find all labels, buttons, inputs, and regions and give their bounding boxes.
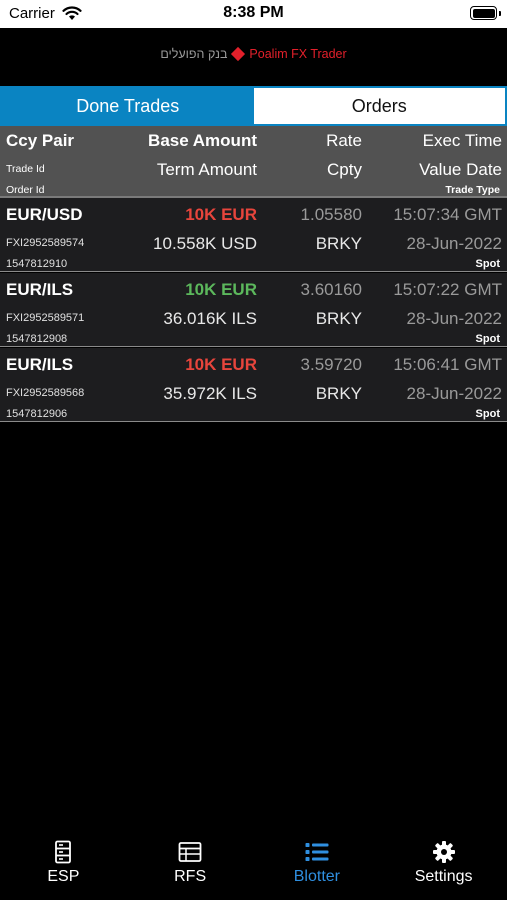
- base-amount: 10K EUR: [185, 205, 257, 224]
- list-icon: [305, 843, 329, 861]
- trade-type: Spot: [475, 333, 500, 345]
- table-icon: [178, 842, 202, 862]
- base-amount: 10K EUR: [185, 280, 257, 299]
- tabbar-item-blotter[interactable]: Blotter: [254, 830, 381, 900]
- trade-id: FXI2952589568: [6, 387, 85, 399]
- ccy-pair: EUR/ILS: [6, 355, 74, 374]
- trade-id: FXI2952589574: [6, 237, 85, 249]
- gear-icon: [432, 841, 455, 863]
- header-order-id[interactable]: Order Id: [6, 184, 45, 196]
- clock: 8:38 PM: [223, 4, 284, 21]
- tabbar-item-rfs[interactable]: RFS: [127, 830, 254, 900]
- header-exec-time[interactable]: Exec Time: [423, 131, 502, 151]
- term-amount: 10.558K USD: [153, 234, 257, 253]
- ccy-pair: EUR/ILS: [6, 280, 74, 299]
- order-id: 1547812908: [6, 333, 68, 345]
- trade-row[interactable]: EUR/ILS 10K EUR 3.60160 15:07:22 GMT FXI…: [0, 273, 507, 347]
- tab-orders[interactable]: Orders: [253, 88, 505, 124]
- brand-header: בנק הפועלים Poalim FX Trader: [0, 28, 507, 86]
- header-trade-type[interactable]: Trade Type: [445, 184, 500, 196]
- trade-id: FXI2952589571: [6, 312, 85, 324]
- header-value-date[interactable]: Value Date: [419, 160, 502, 180]
- brand-app-name: Poalim FX Trader: [249, 47, 347, 61]
- trade-row[interactable]: EUR/ILS 10K EUR 3.59720 15:06:41 GMT FXI…: [0, 348, 507, 422]
- trade-type: Spot: [475, 258, 500, 270]
- counterparty: BRKY: [315, 384, 362, 403]
- blotter-segmented-control: Done Trades Orders: [0, 86, 507, 126]
- tabbar-item-settings[interactable]: Settings: [380, 830, 507, 900]
- tabbar-label-rfs: RFS: [174, 868, 207, 885]
- header-base-amount[interactable]: Base Amount: [148, 131, 257, 151]
- rate: 3.60160: [300, 280, 362, 299]
- ccy-pair: EUR/USD: [6, 205, 83, 224]
- server-icon: [55, 840, 72, 864]
- trade-type: Spot: [475, 408, 500, 420]
- rate: 3.59720: [300, 355, 362, 374]
- exec-time: 15:07:34 GMT: [393, 205, 502, 224]
- tabbar-label-esp: ESP: [47, 868, 80, 885]
- battery-tip: [499, 11, 501, 16]
- base-amount: 10K EUR: [185, 355, 257, 374]
- trade-row[interactable]: EUR/USD 10K EUR 1.05580 15:07:34 GMT FXI…: [0, 198, 507, 272]
- header-rate[interactable]: Rate: [326, 131, 362, 151]
- value-date: 28-Jun-2022: [406, 234, 502, 253]
- header-ccy-pair[interactable]: Ccy Pair: [6, 131, 74, 151]
- order-id: 1547812906: [6, 408, 68, 420]
- header-cpty[interactable]: Cpty: [327, 160, 362, 180]
- battery-icon: [470, 6, 497, 20]
- counterparty: BRKY: [315, 309, 362, 328]
- header-term-amount[interactable]: Term Amount: [157, 160, 257, 180]
- brand-logo-icon: [231, 46, 246, 62]
- exec-time: 15:07:22 GMT: [393, 280, 502, 299]
- value-date: 28-Jun-2022: [406, 309, 502, 328]
- term-amount: 35.972K ILS: [163, 384, 257, 403]
- counterparty: BRKY: [315, 234, 362, 253]
- term-amount: 36.016K ILS: [163, 309, 257, 328]
- bottom-tab-bar: ESP RFS Blotter Settings: [0, 830, 507, 900]
- value-date: 28-Jun-2022: [406, 384, 502, 403]
- tab-done-trades[interactable]: Done Trades: [2, 88, 254, 124]
- tabbar-label-blotter: Blotter: [293, 868, 340, 885]
- header-trade-id[interactable]: Trade Id: [6, 163, 45, 175]
- tabbar-item-esp[interactable]: ESP: [0, 830, 127, 900]
- exec-time: 15:06:41 GMT: [393, 355, 502, 374]
- rate: 1.05580: [300, 205, 362, 224]
- order-id: 1547812910: [6, 258, 68, 270]
- column-header: Ccy Pair Base Amount Rate Exec Time Trad…: [0, 126, 507, 198]
- tabbar-label-settings: Settings: [414, 868, 473, 885]
- status-bar: Carrier 8:38 PM: [0, 0, 507, 28]
- brand-hebrew-name: בנק הפועלים: [160, 47, 228, 61]
